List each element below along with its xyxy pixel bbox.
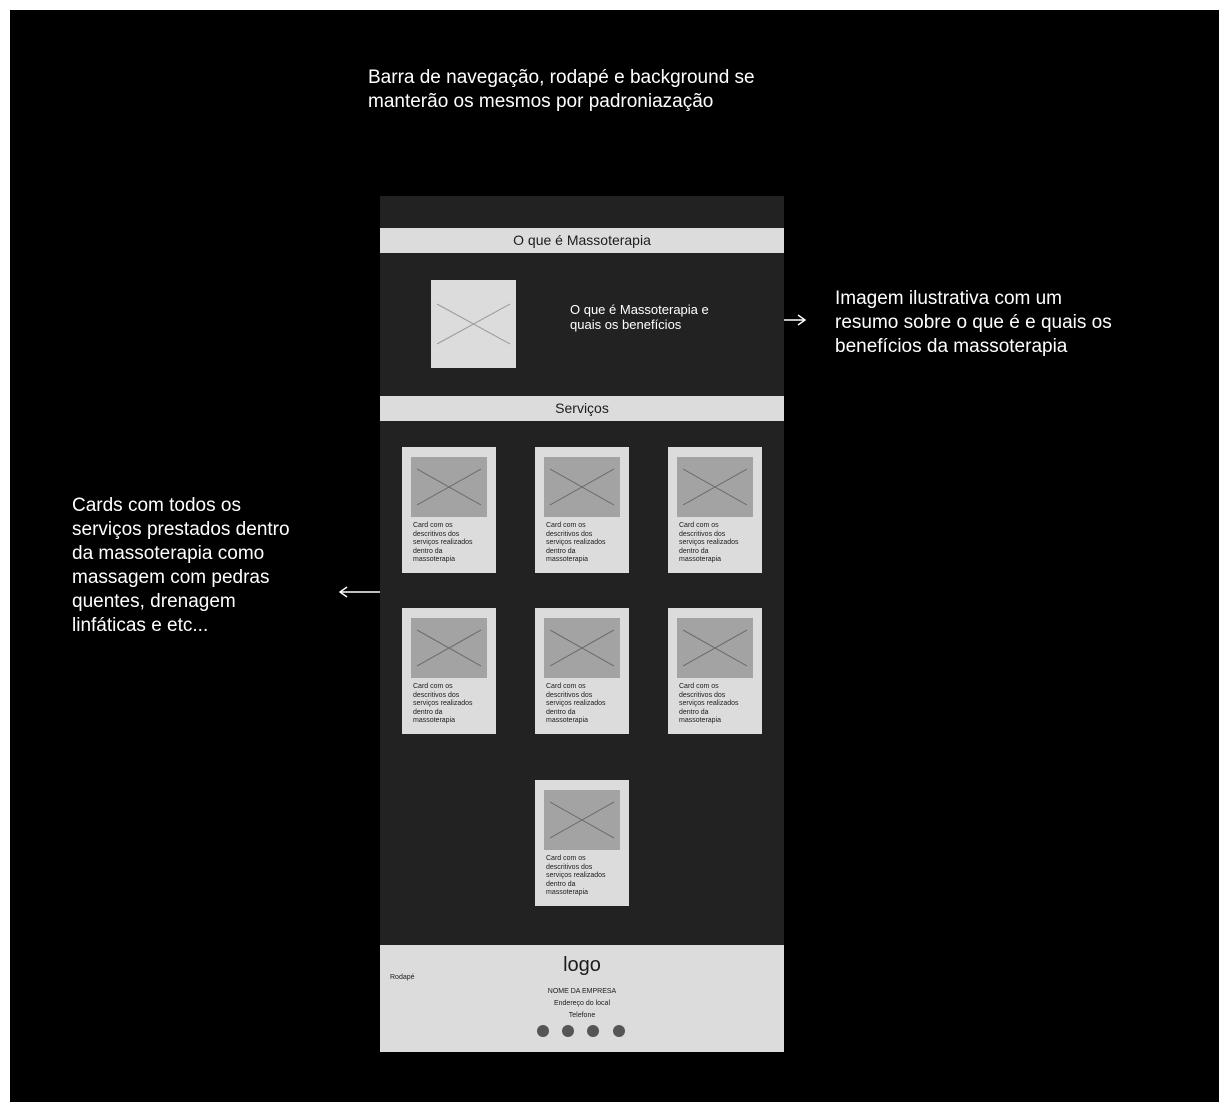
company-phone: Telefone (568, 1012, 596, 1019)
social-icon[interactable] (613, 1025, 625, 1037)
service-card[interactable]: Card com os descritivos dos serviços rea… (402, 608, 496, 734)
card-description: Card com os descritivos dos serviços rea… (413, 683, 473, 724)
company-name: NOME DA EMPRESA (547, 988, 617, 995)
card-description: Card com os descritivos dos serviços rea… (679, 683, 739, 724)
service-card[interactable]: Card com os descritivos dos serviços rea… (402, 447, 496, 573)
footer-logo: logo (563, 954, 601, 976)
services-section-title: Serviços (380, 396, 784, 421)
social-icon[interactable] (562, 1025, 574, 1037)
about-summary-text: O que é Massoterapia e quais os benefíci… (570, 302, 709, 332)
service-card[interactable]: Card com os descritivos dos serviços rea… (535, 608, 629, 734)
service-card[interactable]: Card com os descritivos dos serviços rea… (535, 447, 629, 573)
card-image-placeholder-icon (544, 457, 620, 517)
card-description: Card com os descritivos dos serviços rea… (546, 683, 606, 724)
service-card[interactable]: Card com os descritivos dos serviços rea… (535, 780, 629, 906)
annotation-right: Imagem ilustrativa com um resumo sobre o… (835, 288, 1112, 357)
card-image-placeholder-icon (677, 457, 753, 517)
annotation-top: Barra de navegação, rodapé e background … (368, 67, 755, 112)
card-image-placeholder-icon (544, 618, 620, 678)
annotation-left: Cards com todos os serviços prestados de… (72, 495, 290, 636)
service-card[interactable]: Card com os descritivos dos serviços rea… (668, 608, 762, 734)
social-icon[interactable] (587, 1025, 599, 1037)
card-description: Card com os descritivos dos serviços rea… (679, 522, 739, 563)
about-section-title: O que é Massoterapia (380, 228, 784, 253)
card-image-placeholder-icon (544, 790, 620, 850)
card-image-placeholder-icon (411, 457, 487, 517)
wireframe-canvas: Barra de navegação, rodapé e background … (10, 10, 1219, 1102)
footer: Rodapé logo NOME DA EMPRESA Endereço do … (380, 945, 784, 1052)
company-address: Endereço do local (553, 1000, 611, 1007)
card-description: Card com os descritivos dos serviços rea… (546, 522, 606, 563)
card-image-placeholder-icon (677, 618, 753, 678)
card-description: Card com os descritivos dos serviços rea… (413, 522, 473, 563)
social-icon[interactable] (537, 1025, 549, 1037)
page-wireframe: O que é Massoterapia O que é Massoterapi… (380, 196, 784, 1052)
image-placeholder-icon (431, 280, 516, 368)
service-card[interactable]: Card com os descritivos dos serviços rea… (668, 447, 762, 573)
card-description: Card com os descritivos dos serviços rea… (546, 855, 606, 896)
card-image-placeholder-icon (411, 618, 487, 678)
